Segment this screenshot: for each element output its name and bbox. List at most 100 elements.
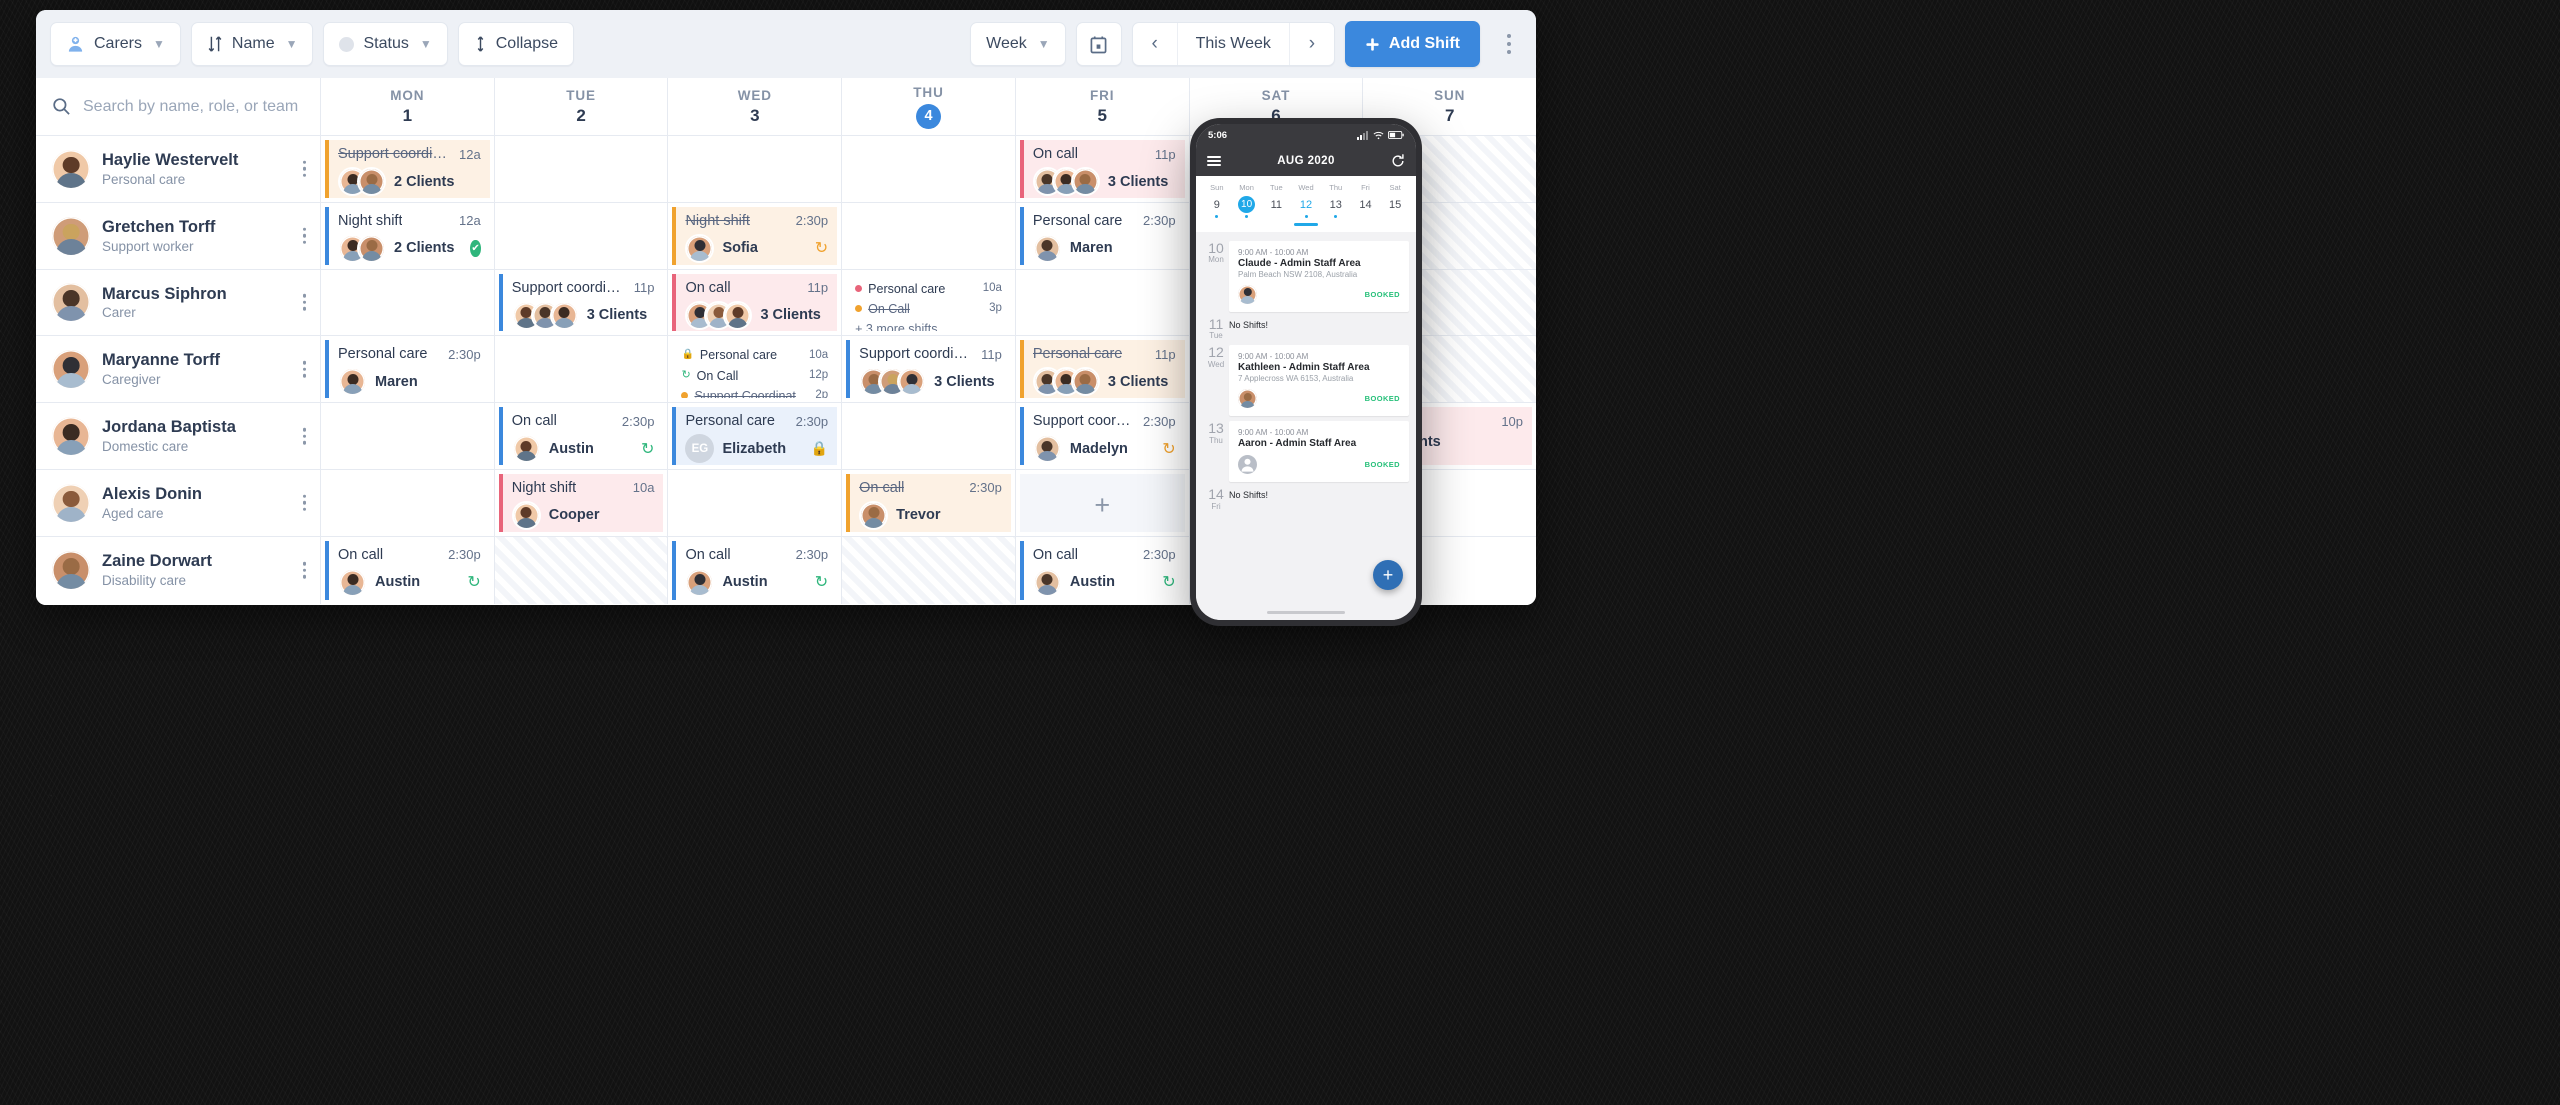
schedule-cell[interactable] [495,336,669,403]
schedule-cell[interactable]: Personal care 2:30p Maren [1016,202,1190,269]
schedule-cell[interactable] [668,136,843,202]
carer-row-menu-button[interactable] [302,561,306,579]
collapse-button[interactable]: Collapse [457,22,574,66]
schedule-cell[interactable] [494,536,669,604]
schedule-cell[interactable]: On call 2:30p Austin ↻ [668,536,843,604]
schedule-cell[interactable]: 🔒 Personal care 10a ↻ On Call 12p Support Coor… [668,336,843,403]
carer-row-menu-button[interactable] [302,494,306,512]
schedule-cell[interactable] [668,469,843,536]
schedule-cell[interactable]: Night shift 2:30p Sofia ↻ [668,202,843,269]
carers-filter-button[interactable]: Carers ▼ [50,22,181,66]
search-input[interactable] [83,97,298,116]
schedule-cell[interactable]: Support coordination 12a2 Clients [321,136,495,202]
carer-cell[interactable]: Gretchen Torff Support worker [36,202,321,269]
schedule-cell[interactable] [321,469,495,536]
schedule-cell[interactable]: Personal care 2:30p EG Elizabeth 🔒 [668,403,843,469]
shift-card[interactable]: On call 2:30p Austin ↻ [325,540,490,600]
phone-week-day[interactable]: 14 [1351,192,1381,218]
more-options-button[interactable] [1496,22,1522,66]
next-week-button[interactable]: › [1290,23,1334,65]
schedule-cell[interactable]: Personal care 10a On Call 3p + 3 more shifts [842,269,1016,336]
carer-row-menu-button[interactable] [302,160,306,178]
view-mode-select[interactable]: Week ▼ [970,22,1066,66]
schedule-cell[interactable]: On call 2:30p Austin ↻ [1016,536,1190,604]
prev-week-button[interactable]: ‹ [1133,23,1177,65]
shift-card[interactable]: Night shift 12a 2 Clients ✔ [325,206,490,265]
shift-list-card[interactable]: 🔒 Personal care 10a ↻ On Call 12p Support Coor… [672,340,838,399]
schedule-cell[interactable]: On call 11p 3 Clients [668,269,843,336]
carer-row-menu-button[interactable] [302,227,306,244]
schedule-cell[interactable]: On call 11p 3 Clients [1016,136,1190,202]
schedule-cell[interactable]: On call 2:30p Austin ↻ [321,536,495,604]
shift-list-item[interactable]: ↻ On Call 12p [681,367,828,385]
day-header-thu[interactable]: THU 4 [842,78,1016,135]
shift-card[interactable]: Support coordination 12a2 Clients [325,140,490,198]
schedule-cell[interactable]: Support coordination 11p 3 Clients [495,269,669,336]
phone-week-day[interactable]: 10 [1232,192,1262,218]
day-header-mon[interactable]: MON 1 [321,78,495,135]
schedule-cell[interactable] [495,136,669,202]
shift-card[interactable]: Night shift 10a Cooper [498,473,664,532]
phone-week-day[interactable]: 13 [1321,192,1351,218]
schedule-cell[interactable] [1016,269,1190,336]
add-shift-inline-button[interactable]: + [1094,492,1110,519]
status-filter-button[interactable]: Status ▼ [323,22,448,66]
shift-card[interactable]: Support coordination 11p 3 Clients [846,340,1011,399]
refresh-icon[interactable] [1391,154,1405,168]
schedule-cell[interactable]: Night shift 10a Cooper [495,469,669,536]
schedule-cell[interactable]: On call 2:30p Austin ↻ [495,403,669,469]
shift-card[interactable]: Personal care 2:30p Maren [1019,206,1185,265]
shift-card[interactable]: Personal care 2:30p Maren [325,340,490,399]
schedule-cell[interactable]: Support coordination 11p 3 Clients [842,336,1016,403]
shift-card[interactable]: Support coordination 2:30p Madelyn ↻ [1019,407,1185,465]
carer-row-menu-button[interactable] [302,361,306,378]
carer-cell[interactable]: Zaine Dorwart Disability care [36,536,321,604]
shift-card[interactable]: On call 2:30p Trevor [846,473,1011,532]
carer-cell[interactable]: Jordana Baptista Domestic care [36,403,321,469]
shift-card[interactable]: On call 2:30p Austin ↻ [1019,540,1185,600]
carer-cell[interactable]: Maryanne Torff Caregiver [36,336,321,403]
add-shift-button[interactable]: Add Shift [1344,21,1480,67]
shift-card[interactable]: On call 2:30p Austin ↻ [672,540,838,600]
carer-row-menu-button[interactable] [302,294,306,311]
schedule-cell[interactable]: Personal care 11p 3 Clients [1016,336,1190,403]
calendar-picker-button[interactable] [1075,22,1122,66]
shift-card[interactable]: On call 11p 3 Clients [672,273,838,332]
schedule-cell[interactable]: On call 2:30p Trevor [842,469,1016,536]
shift-list-item[interactable]: Personal care 10a [855,280,1002,298]
shift-list-item[interactable]: Support Coordination 2p [681,387,828,399]
shift-card[interactable]: On call 2:30p Austin ↻ [498,407,664,465]
phone-week-day[interactable]: 12 [1291,192,1321,218]
hamburger-menu-icon[interactable] [1207,155,1221,167]
more-shifts-link[interactable]: + 3 more shifts [855,322,1002,332]
shift-card[interactable]: Support coordination 11p 3 Clients [498,273,664,332]
shift-card[interactable]: Personal care 2:30p EG Elizabeth 🔒 [672,407,838,465]
schedule-cell[interactable] [842,136,1016,202]
schedule-cell[interactable]: Personal care 2:30p Maren [321,336,495,403]
phone-shift-card[interactable]: 9:00 AM - 10:00 AM Kathleen - Admin Staff… [1229,345,1409,417]
carer-cell[interactable]: Marcus Siphron Carer [36,269,321,336]
carer-cell[interactable]: Haylie Westervelt Personal care [36,136,321,202]
shift-list-item[interactable]: On Call 3p [855,300,1002,318]
schedule-cell[interactable] [842,202,1016,269]
shift-list-card[interactable]: Personal care 10a On Call 3p + 3 more shifts [846,273,1011,332]
schedule-cell[interactable] [842,403,1016,469]
shift-card[interactable]: Night shift 2:30p Sofia ↻ [672,206,838,265]
schedule-cell[interactable] [842,536,1016,604]
shift-list-item[interactable]: 🔒 Personal care 10a [681,346,828,364]
schedule-cell[interactable] [321,403,495,469]
phone-shift-card[interactable]: 9:00 AM - 10:00 AM Claude - Admin Staff A… [1229,240,1409,312]
phone-week-day[interactable]: 15 [1380,192,1410,218]
carer-cell[interactable]: Alexis Donin Aged care [36,469,321,536]
carer-row-menu-button[interactable] [302,427,306,445]
current-range-label[interactable]: This Week [1176,23,1290,65]
day-header-tue[interactable]: TUE 2 [495,78,669,135]
shift-card[interactable]: On call 11p 3 Clients [1019,140,1185,198]
schedule-cell[interactable] [321,269,495,336]
day-header-wed[interactable]: WED 3 [668,78,843,135]
schedule-cell[interactable] [495,202,669,269]
schedule-cell[interactable]: Night shift 12a 2 Clients ✔ [321,202,495,269]
phone-week-day[interactable]: 9 [1202,192,1232,218]
schedule-cell[interactable]: + [1016,469,1190,536]
sort-button[interactable]: Name ▼ [190,22,314,66]
